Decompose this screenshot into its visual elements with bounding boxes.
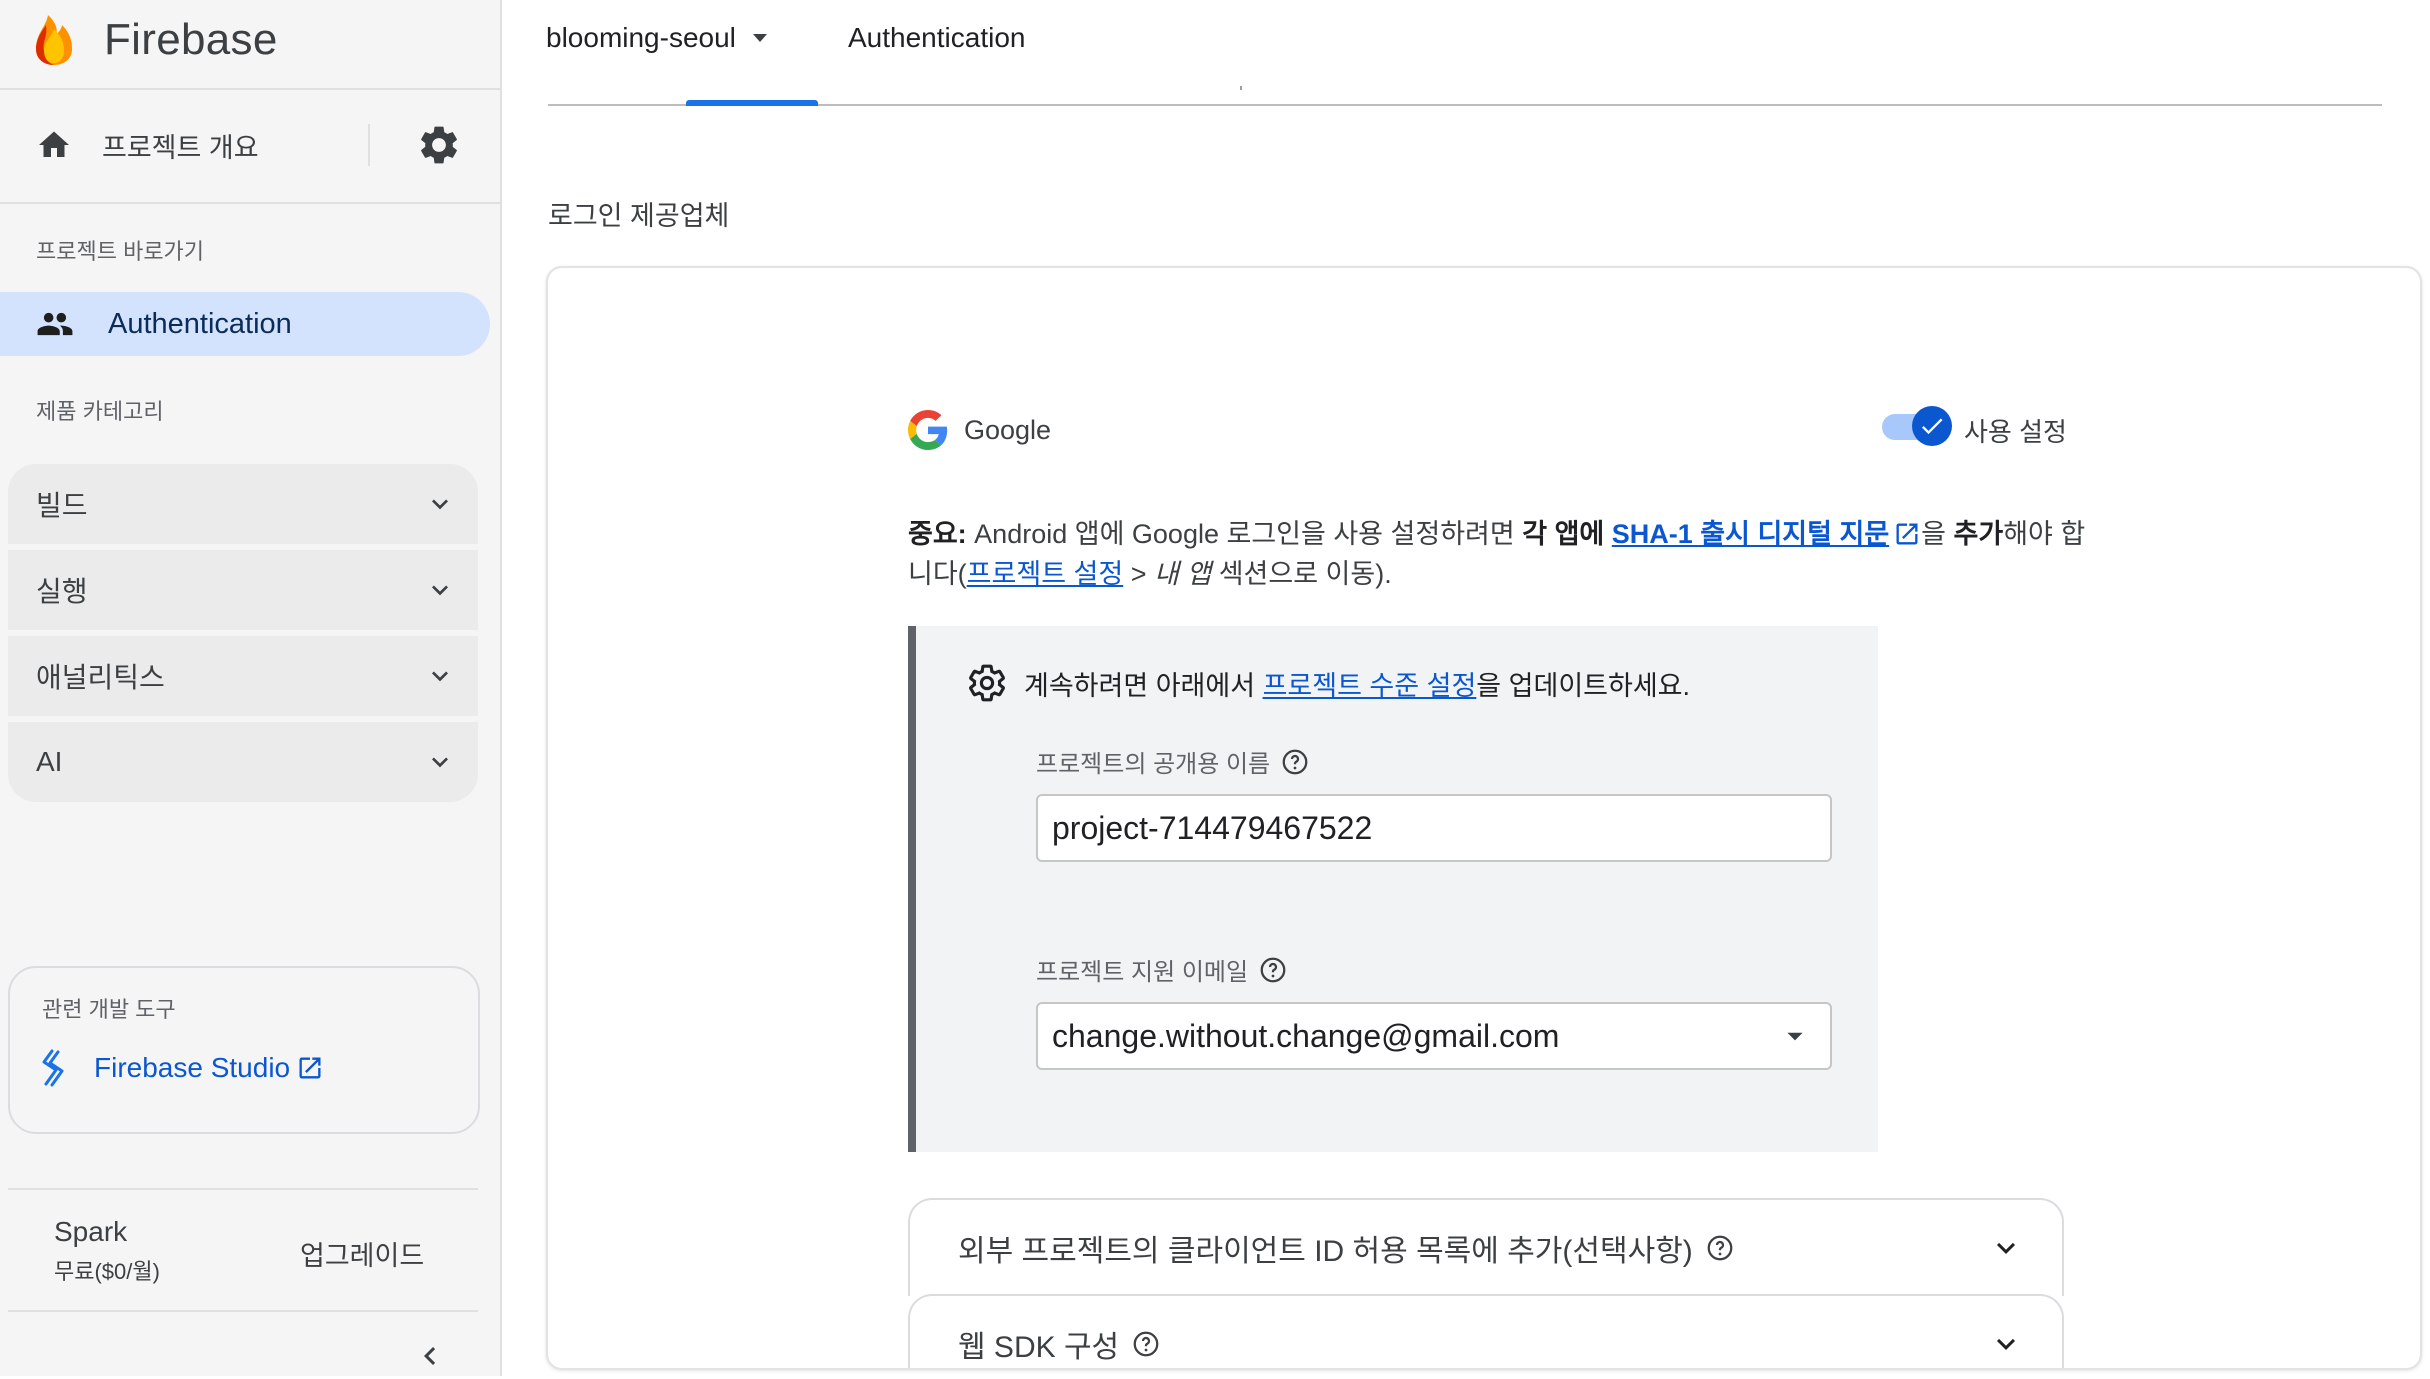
chevron-down-icon <box>432 585 448 596</box>
divider <box>8 1310 478 1312</box>
help-icon[interactable] <box>1258 955 1288 985</box>
provider-config-card: Google 사용 설정 중요: Android 앱에 Google 로그인을 … <box>546 266 2422 1370</box>
google-logo-icon <box>908 410 948 450</box>
related-tools-title: 관련 개발 도구 <box>42 997 176 1022</box>
help-icon[interactable] <box>1280 747 1310 777</box>
project-overview-label: 프로젝트 개요 <box>102 132 259 163</box>
firebase-studio-link[interactable]: Firebase Studio <box>36 1048 324 1088</box>
sidebar-category-run[interactable]: 실행 <box>8 550 478 630</box>
gear-icon <box>421 126 457 164</box>
categories-section-label: 제품 카테고리 <box>36 399 164 424</box>
provider-name: Google <box>964 414 1052 445</box>
help-icon[interactable] <box>1705 1233 1735 1263</box>
project-level-settings-link[interactable]: 프로젝트 수준 설정 <box>1263 671 1477 701</box>
page-title: Authentication <box>848 22 1026 53</box>
sidebar-item-authentication[interactable]: Authentication <box>0 292 490 356</box>
sidebar-category-ai[interactable]: AI <box>8 722 478 802</box>
settings-panel-text: 계속하려면 아래에서 프로젝트 수준 설정을 업데이트하세요. <box>1024 664 1690 703</box>
settings-text: 을 업데이트하세요. <box>1476 670 1691 701</box>
settings-text: 계속하려면 아래에서 <box>1024 670 1263 701</box>
notice-text: 을 <box>1921 519 1954 549</box>
settings-panel-header: 계속하려면 아래에서 프로젝트 수준 설정을 업데이트하세요. <box>966 662 1690 704</box>
support-email-label-text: 프로젝트 지원 이메일 <box>1036 959 1249 986</box>
shortcuts-section-label: 프로젝트 바로가기 <box>36 239 205 264</box>
brand-name: Firebase <box>104 15 278 64</box>
section-title: 로그인 제공업체 <box>548 201 730 231</box>
sidebar: Firebase 프로젝트 개요 프로젝트 바로가기 Authenticatio… <box>0 0 502 1376</box>
support-email-value: change.without.change@gmail.com <box>1052 1017 1560 1054</box>
enable-toggle-label: 사용 설정 <box>1964 417 2067 447</box>
home-icon <box>39 131 69 157</box>
chevron-down-icon <box>1997 1338 2015 1350</box>
firebase-studio-label: Firebase Studio <box>94 1052 291 1083</box>
people-icon <box>37 312 73 336</box>
support-email-label: 프로젝트 지원 이메일 <box>1036 952 1288 987</box>
accordion-label: 외부 프로젝트의 클라이언트 ID 허용 목록에 추가(선택사항) <box>958 1235 1693 1268</box>
web-sdk-config-accordion[interactable]: 웹 SDK 구성 <box>908 1294 2064 1368</box>
project-overview-link[interactable]: 프로젝트 개요 <box>36 120 259 170</box>
public-name-value: project-714479467522 <box>1052 809 1373 846</box>
chevron-left-icon <box>424 1347 436 1365</box>
sidebar-category-label: 애널리틱스 <box>36 662 165 693</box>
plan-price: 무료($0/월) <box>54 1259 160 1284</box>
dropdown-arrow-icon <box>1787 1032 1803 1041</box>
chevron-down-icon <box>432 499 448 510</box>
client-id-allowlist-accordion[interactable]: 외부 프로젝트의 클라이언트 ID 허용 목록에 추가(선택사항) <box>908 1198 2064 1296</box>
divider <box>368 124 370 166</box>
notice-prefix: 중요: <box>908 519 967 549</box>
notice-bold: 각 앱에 <box>1522 519 1612 549</box>
sidebar-category-analytics[interactable]: 애널리틱스 <box>8 636 478 716</box>
external-link-icon[interactable] <box>1893 520 1921 548</box>
check-icon <box>1921 418 1943 435</box>
public-name-label-text: 프로젝트의 공개용 이름 <box>1036 751 1271 778</box>
project-settings-button[interactable] <box>416 122 462 168</box>
brand[interactable]: Firebase <box>32 10 278 70</box>
chevron-down-icon <box>432 671 448 682</box>
important-notice: 중요: Android 앱에 Google 로그인을 사용 설정하려면 각 앱에… <box>908 514 2108 594</box>
notice-bold: 추가 <box>1953 519 2004 549</box>
notice-italic: 내 앱 <box>1154 559 1212 589</box>
firebase-logo-icon <box>36 15 72 65</box>
divider <box>8 1188 478 1190</box>
public-name-label: 프로젝트의 공개용 이름 <box>1036 744 1310 779</box>
sidebar-item-label: Authentication <box>108 307 292 340</box>
divider <box>0 202 500 204</box>
related-tools-card: 관련 개발 도구 Firebase Studio <box>8 966 480 1134</box>
divider <box>0 88 500 90</box>
gear-outline-icon <box>969 664 1005 702</box>
collapse-sidebar-button[interactable] <box>412 1338 448 1374</box>
project-selector[interactable]: blooming-seoul <box>546 22 772 54</box>
dropdown-arrow-icon <box>752 34 767 42</box>
public-name-input[interactable]: project-714479467522 <box>1036 794 1832 862</box>
enable-toggle[interactable] <box>1912 406 1952 446</box>
notice-text: 섹션으로 이동). <box>1211 559 1392 589</box>
sha1-fingerprint-link[interactable]: SHA-1 출시 디지털 지문 <box>1612 519 1889 549</box>
chevron-down-icon <box>1997 1242 2015 1254</box>
support-email-select[interactable]: change.without.change@gmail.com <box>1036 1002 1832 1070</box>
chevron-down-icon <box>432 757 448 768</box>
provider-header: Google <box>908 410 1051 450</box>
tab-active-indicator[interactable] <box>686 100 818 106</box>
project-settings-link[interactable]: 프로젝트 설정 <box>967 559 1124 589</box>
help-icon[interactable] <box>1131 1329 1161 1359</box>
notice-text: > <box>1123 559 1154 589</box>
accordion-header: 웹 SDK 구성 <box>958 1322 1161 1366</box>
accordion-header: 외부 프로젝트의 클라이언트 ID 허용 목록에 추가(선택사항) <box>958 1226 1735 1270</box>
project-settings-panel: 계속하려면 아래에서 프로젝트 수준 설정을 업데이트하세요. 프로젝트의 공개… <box>908 626 1878 1152</box>
tab-bar <box>548 104 2382 106</box>
notice-text: Android 앱에 Google 로그인을 사용 설정하려면 <box>966 519 1523 549</box>
upgrade-button[interactable]: 업그레이드 <box>300 1234 424 1273</box>
accordion-label: 웹 SDK 구성 <box>958 1331 1120 1364</box>
sidebar-category-label: AI <box>36 746 63 777</box>
project-name: blooming-seoul <box>546 22 736 53</box>
plan-name: Spark <box>54 1216 128 1247</box>
sidebar-category-build[interactable]: 빌드 <box>8 464 478 544</box>
sidebar-category-label: 빌드 <box>36 490 88 521</box>
tab-divider <box>1240 86 1242 90</box>
sidebar-category-label: 실행 <box>36 576 88 607</box>
firebase-studio-icon <box>42 1049 64 1087</box>
external-link-icon <box>299 1057 321 1079</box>
